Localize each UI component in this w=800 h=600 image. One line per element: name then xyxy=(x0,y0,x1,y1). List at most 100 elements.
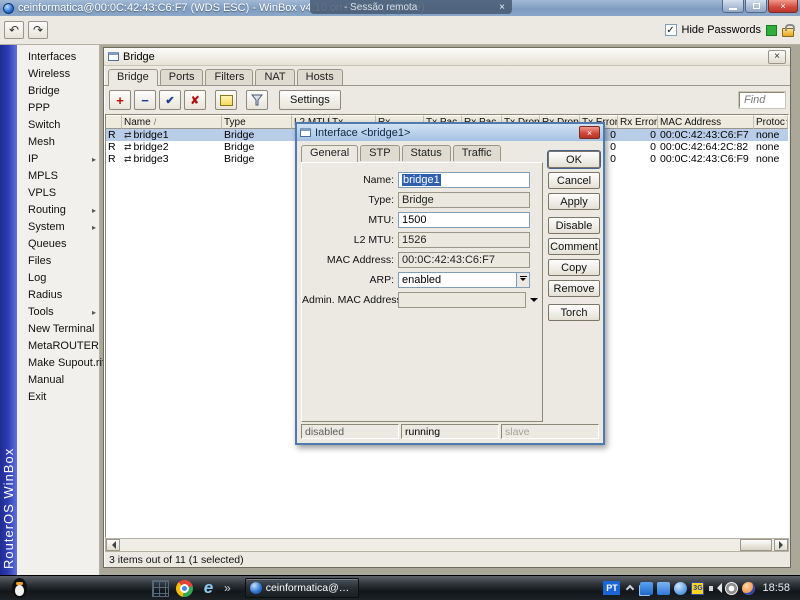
status-disabled: disabled xyxy=(301,424,399,439)
copy-button[interactable]: Copy xyxy=(548,259,600,276)
tab-status[interactable]: Status xyxy=(402,145,451,161)
comment-button[interactable]: Comment xyxy=(548,238,600,255)
tray-expand-icon[interactable] xyxy=(626,585,634,593)
remote-session-close-icon[interactable]: × xyxy=(499,2,505,13)
column-type[interactable]: Type xyxy=(222,115,292,129)
network-status-icon[interactable] xyxy=(657,582,670,595)
chrome-icon[interactable] xyxy=(176,580,193,597)
close-button[interactable]: × xyxy=(768,0,798,13)
sidebar-item-new-terminal[interactable]: New Terminal xyxy=(17,321,99,338)
volume-icon[interactable] xyxy=(708,582,721,595)
sidebar-item-vpls[interactable]: VPLS xyxy=(17,185,99,202)
dropdown-arrow-icon xyxy=(530,298,538,306)
admin-mac-dropdown-button[interactable] xyxy=(528,294,540,306)
scroll-left-button[interactable] xyxy=(106,539,120,551)
find-input[interactable]: Find xyxy=(739,92,785,108)
start-button[interactable] xyxy=(6,577,32,600)
sidebar-item-mesh[interactable]: Mesh xyxy=(17,134,99,151)
column-mac-address[interactable]: MAC Address xyxy=(658,115,754,129)
name-input[interactable]: bridge1 xyxy=(398,172,530,188)
column-filter-dropdown-icon: ▼ xyxy=(785,119,788,126)
bridge-window-close-button[interactable]: × xyxy=(768,50,786,64)
sidebar-item-exit[interactable]: Exit xyxy=(17,389,99,406)
clock: 18:58 xyxy=(762,582,790,594)
quick-launch-overflow-icon[interactable]: » xyxy=(224,581,231,595)
dialog-titlebar: Interface <bridge1> × xyxy=(297,124,603,141)
bridge-window-title: Bridge xyxy=(123,51,155,63)
sidebar-item-ip[interactable]: IP▸ xyxy=(17,151,99,168)
tab-ports[interactable]: Ports xyxy=(160,69,204,85)
column-name[interactable]: Name/ xyxy=(122,115,222,129)
hide-passwords-checkbox[interactable]: ✓ xyxy=(665,24,677,36)
disc-tray-icon[interactable] xyxy=(725,582,738,595)
remove-button[interactable]: Remove xyxy=(548,280,600,297)
orange-tray-icon[interactable] xyxy=(742,582,755,595)
filter-button[interactable] xyxy=(246,90,268,110)
settings-button[interactable]: Settings xyxy=(279,90,341,110)
sidebar-item-queues[interactable]: Queues xyxy=(17,236,99,253)
tab-hosts[interactable]: Hosts xyxy=(297,69,343,85)
tab-nat[interactable]: NAT xyxy=(255,69,294,85)
column-flags[interactable] xyxy=(106,115,122,129)
add-button[interactable]: + xyxy=(109,90,131,110)
sidebar-item-wireless[interactable]: Wireless xyxy=(17,66,99,83)
sidebar-item-mpls[interactable]: MPLS xyxy=(17,168,99,185)
torch-button[interactable]: Torch xyxy=(548,304,600,321)
check-icon: ✔ xyxy=(165,94,174,107)
column-protocol[interactable]: Protoc▼ xyxy=(754,115,788,129)
tab-filters[interactable]: Filters xyxy=(205,69,253,85)
undo-icon: ↶ xyxy=(9,23,19,37)
sidebar-menu: Interfaces Wireless Bridge PPP Switch Me… xyxy=(17,45,100,575)
sidebar-item-system[interactable]: System▸ xyxy=(17,219,99,236)
scroll-right-button[interactable] xyxy=(774,539,788,551)
app-grid-icon[interactable] xyxy=(152,580,169,597)
tab-general[interactable]: General xyxy=(301,145,358,162)
bridge-interface-icon: ⇄ xyxy=(124,142,132,153)
admin-mac-field-row: Admin. MAC Address: xyxy=(302,291,542,308)
disable-button[interactable]: ✘ xyxy=(184,90,206,110)
sidebar-item-manual[interactable]: Manual xyxy=(17,372,99,389)
sidebar-item-files[interactable]: Files xyxy=(17,253,99,270)
sidebar-item-routing[interactable]: Routing▸ xyxy=(17,202,99,219)
undo-button[interactable]: ↶ xyxy=(4,21,24,39)
close-icon: × xyxy=(780,1,785,11)
arp-field-row: ARP: enabled xyxy=(302,271,542,288)
enable-button[interactable]: ✔ xyxy=(159,90,181,110)
tab-traffic[interactable]: Traffic xyxy=(453,145,501,161)
network-computers-icon[interactable] xyxy=(640,582,653,595)
sidebar-item-ppp[interactable]: PPP xyxy=(17,100,99,117)
sidebar-item-switch[interactable]: Switch xyxy=(17,117,99,134)
winbox-task-button[interactable]: ceinformatica@00:0... xyxy=(245,578,359,598)
comment-button[interactable] xyxy=(215,90,237,110)
left-arrow-icon xyxy=(108,541,116,549)
sidebar-item-interfaces[interactable]: Interfaces xyxy=(17,49,99,66)
tab-bridge[interactable]: Bridge xyxy=(108,69,158,86)
restore-button[interactable] xyxy=(745,0,767,13)
tab-stp[interactable]: STP xyxy=(360,145,399,161)
language-indicator[interactable]: PT xyxy=(603,581,620,595)
sidebar-item-radius[interactable]: Radius xyxy=(17,287,99,304)
sidebar-item-metarouter[interactable]: MetaROUTER xyxy=(17,338,99,355)
dropdown-spinner-icon[interactable] xyxy=(516,273,529,287)
sidebar-item-log[interactable]: Log xyxy=(17,270,99,287)
3g-modem-icon[interactable]: 3G xyxy=(691,582,704,595)
system-tray: PT 3G 18:58 xyxy=(603,581,796,595)
scrollbar-thumb[interactable] xyxy=(740,539,772,551)
blue-orb-tray-icon[interactable] xyxy=(674,582,687,595)
sidebar-item-make-supout[interactable]: Make Supout.rif xyxy=(17,355,99,372)
internet-explorer-icon[interactable]: e xyxy=(200,580,217,597)
cancel-button[interactable]: Cancel xyxy=(548,172,600,189)
mtu-input[interactable]: 1500 xyxy=(398,212,530,228)
sidebar-item-tools[interactable]: Tools▸ xyxy=(17,304,99,321)
arp-dropdown[interactable]: enabled xyxy=(398,272,530,288)
column-rx-errors[interactable]: Rx Errors xyxy=(618,115,658,129)
disable-button[interactable]: Disable xyxy=(548,217,600,234)
apply-button[interactable]: Apply xyxy=(548,193,600,210)
remove-button[interactable]: − xyxy=(134,90,156,110)
minimize-button[interactable] xyxy=(722,0,744,13)
redo-button[interactable]: ↷ xyxy=(28,21,48,39)
dialog-close-button[interactable]: × xyxy=(579,126,600,139)
window-icon xyxy=(108,52,119,61)
sidebar-item-bridge[interactable]: Bridge xyxy=(17,83,99,100)
horizontal-scrollbar[interactable] xyxy=(105,538,789,552)
